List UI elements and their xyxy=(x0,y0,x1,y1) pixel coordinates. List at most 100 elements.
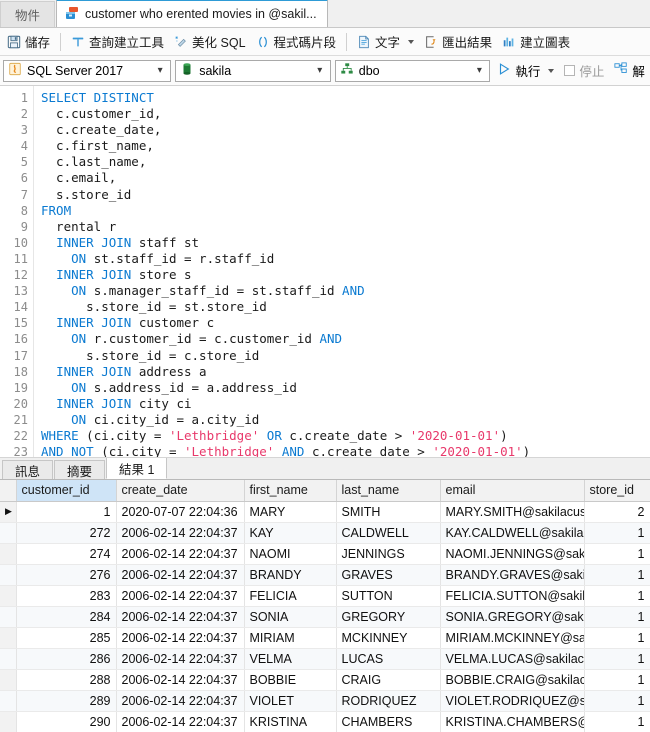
export-results-button[interactable]: 匯出結果 xyxy=(419,30,497,54)
table-row[interactable]: 290 2006-02-14 22:04:37 KRISTINA CHAMBERS KR… xyxy=(0,711,650,732)
cell-create_date[interactable]: 2006-02-14 22:04:37 xyxy=(116,690,245,712)
row-marker[interactable] xyxy=(0,543,17,565)
cell-create_date[interactable]: 2006-02-14 22:04:37 xyxy=(116,648,245,670)
cell-first_name[interactable]: MIRIAM xyxy=(244,627,337,649)
table-row[interactable]: 272 2006-02-14 22:04:37 KAY CALDWELL KAY.CAL… xyxy=(0,522,650,544)
table-row[interactable]: ▶ 1 2020-07-07 22:04:36 MARY SMITH MARY.SMITH… xyxy=(0,501,650,523)
table-row[interactable]: 274 2006-02-14 22:04:37 NAOMI JENNINGS NAOMI… xyxy=(0,543,650,565)
cell-first_name[interactable]: NAOMI xyxy=(244,543,337,565)
database-select[interactable]: sakila ▾ xyxy=(175,59,331,82)
cell-last_name[interactable]: LUCAS xyxy=(336,648,441,670)
cell-last_name[interactable]: RODRIQUEZ xyxy=(336,690,441,712)
grid-corner-header[interactable] xyxy=(0,480,17,502)
cell-last_name[interactable]: CHAMBERS xyxy=(336,711,441,732)
row-marker[interactable] xyxy=(0,585,17,607)
cell-create_date[interactable]: 2006-02-14 22:04:37 xyxy=(116,627,245,649)
cell-email[interactable]: FELICIA.SUTTON@sakilacu xyxy=(440,585,585,607)
column-header-email[interactable]: email xyxy=(440,480,585,502)
cell-customer_id[interactable]: 1 xyxy=(16,501,117,523)
cell-customer_id[interactable]: 272 xyxy=(16,522,117,544)
cell-create_date[interactable]: 2006-02-14 22:04:37 xyxy=(116,669,245,691)
cell-first_name[interactable]: FELICIA xyxy=(244,585,337,607)
tab-objects[interactable]: 物件 xyxy=(0,1,56,27)
cell-last_name[interactable]: GREGORY xyxy=(336,606,441,628)
chevron-down-icon[interactable]: ▾ xyxy=(471,65,487,76)
cell-last_name[interactable]: MCKINNEY xyxy=(336,627,441,649)
sql-editor[interactable]: 123456789101112131415161718192021222324 … xyxy=(0,86,650,458)
row-marker[interactable] xyxy=(0,627,17,649)
cell-last_name[interactable]: CALDWELL xyxy=(336,522,441,544)
table-row[interactable]: 276 2006-02-14 22:04:37 BRANDY GRAVES BRANDY… xyxy=(0,564,650,586)
cell-email[interactable]: VELMA.LUCAS@sakilacust xyxy=(440,648,585,670)
cell-last_name[interactable]: CRAIG xyxy=(336,669,441,691)
cell-email[interactable]: KAY.CALDWELL@sakilacus xyxy=(440,522,585,544)
cell-email[interactable]: KRISTINA.CHAMBERS@sal xyxy=(440,711,585,732)
cell-create_date[interactable]: 2006-02-14 22:04:37 xyxy=(116,564,245,586)
cell-email[interactable]: MIRIAM.MCKINNEY@sakil xyxy=(440,627,585,649)
row-marker[interactable] xyxy=(0,606,17,628)
table-row[interactable]: 288 2006-02-14 22:04:37 BOBBIE CRAIG BOBBIE.… xyxy=(0,669,650,691)
result-tab-2[interactable]: 結果 1 xyxy=(106,457,168,479)
row-marker[interactable] xyxy=(0,690,17,712)
code-snippet-button[interactable]: 程式碼片段 xyxy=(251,30,342,54)
cell-email[interactable]: BRANDY.GRAVES@sakilac xyxy=(440,564,585,586)
editor-code[interactable]: SELECT DISTINCT c.customer_id, c.create_… xyxy=(34,86,650,457)
cell-create_date[interactable]: 2020-07-07 22:04:36 xyxy=(116,501,245,523)
column-header-customer_id[interactable]: customer_id xyxy=(16,480,117,502)
cell-create_date[interactable]: 2006-02-14 22:04:37 xyxy=(116,606,245,628)
cell-customer_id[interactable]: 283 xyxy=(16,585,117,607)
create-chart-button[interactable]: 建立圖表 xyxy=(497,30,575,54)
result-tab-1[interactable]: 摘要 xyxy=(54,460,106,479)
cell-customer_id[interactable]: 274 xyxy=(16,543,117,565)
chevron-down-icon[interactable]: ▾ xyxy=(152,65,168,76)
column-header-store_id[interactable]: store_id xyxy=(584,480,650,502)
cell-customer_id[interactable]: 276 xyxy=(16,564,117,586)
save-button[interactable]: 儲存 xyxy=(2,30,55,54)
cell-create_date[interactable]: 2006-02-14 22:04:37 xyxy=(116,543,245,565)
cell-email[interactable]: SONIA.GREGORY@sakilac xyxy=(440,606,585,628)
cell-create_date[interactable]: 2006-02-14 22:04:37 xyxy=(116,522,245,544)
cell-last_name[interactable]: SMITH xyxy=(336,501,441,523)
cell-create_date[interactable]: 2006-02-14 22:04:37 xyxy=(116,711,245,732)
cell-store_id[interactable]: 1 xyxy=(584,606,650,628)
cell-last_name[interactable]: GRAVES xyxy=(336,564,441,586)
explain-plan-button[interactable]: 解 xyxy=(611,61,647,80)
cell-first_name[interactable]: KAY xyxy=(244,522,337,544)
cell-customer_id[interactable]: 286 xyxy=(16,648,117,670)
table-row[interactable]: 286 2006-02-14 22:04:37 VELMA LUCAS VELMA.LU… xyxy=(0,648,650,670)
cell-customer_id[interactable]: 288 xyxy=(16,669,117,691)
row-marker[interactable] xyxy=(0,669,17,691)
table-row[interactable]: 285 2006-02-14 22:04:37 MIRIAM MCKINNEY MIRI… xyxy=(0,627,650,649)
cell-store_id[interactable]: 1 xyxy=(584,564,650,586)
cell-last_name[interactable]: JENNINGS xyxy=(336,543,441,565)
cell-first_name[interactable]: SONIA xyxy=(244,606,337,628)
schema-select[interactable]: dbo ▾ xyxy=(334,59,491,82)
column-header-first_name[interactable]: first_name xyxy=(244,480,337,502)
run-button[interactable]: 執行 xyxy=(494,61,557,80)
cell-store_id[interactable]: 1 xyxy=(584,711,650,732)
cell-first_name[interactable]: KRISTINA xyxy=(244,711,337,732)
chevron-down-icon[interactable] xyxy=(408,39,415,44)
cell-store_id[interactable]: 1 xyxy=(584,522,650,544)
chevron-down-icon[interactable]: ▾ xyxy=(312,65,328,76)
tab-query[interactable]: customer who erented movies in @sakil... xyxy=(56,0,328,27)
row-marker[interactable] xyxy=(0,711,17,732)
cell-store_id[interactable]: 1 xyxy=(584,648,650,670)
cell-last_name[interactable]: SUTTON xyxy=(336,585,441,607)
row-marker[interactable] xyxy=(0,522,17,544)
cell-email[interactable]: VIOLET.RODRIQUEZ@saki xyxy=(440,690,585,712)
beautify-sql-button[interactable]: 美化 SQL xyxy=(169,30,251,54)
table-row[interactable]: 289 2006-02-14 22:04:37 VIOLET RODRIQUEZ VIO… xyxy=(0,690,650,712)
cell-first_name[interactable]: BOBBIE xyxy=(244,669,337,691)
cell-customer_id[interactable]: 289 xyxy=(16,690,117,712)
result-tab-0[interactable]: 訊息 xyxy=(2,460,54,479)
cell-email[interactable]: BOBBIE.CRAIG@sakilacusto xyxy=(440,669,585,691)
row-marker[interactable] xyxy=(0,648,17,670)
cell-store_id[interactable]: 1 xyxy=(584,690,650,712)
cell-email[interactable]: NAOMI.JENNINGS@sakila xyxy=(440,543,585,565)
cell-create_date[interactable]: 2006-02-14 22:04:37 xyxy=(116,585,245,607)
cell-store_id[interactable]: 1 xyxy=(584,543,650,565)
table-row[interactable]: 283 2006-02-14 22:04:37 FELICIA SUTTON FELIC… xyxy=(0,585,650,607)
cell-customer_id[interactable]: 285 xyxy=(16,627,117,649)
results-grid-container[interactable]: customer_id create_date first_name last_nam… xyxy=(0,480,650,732)
